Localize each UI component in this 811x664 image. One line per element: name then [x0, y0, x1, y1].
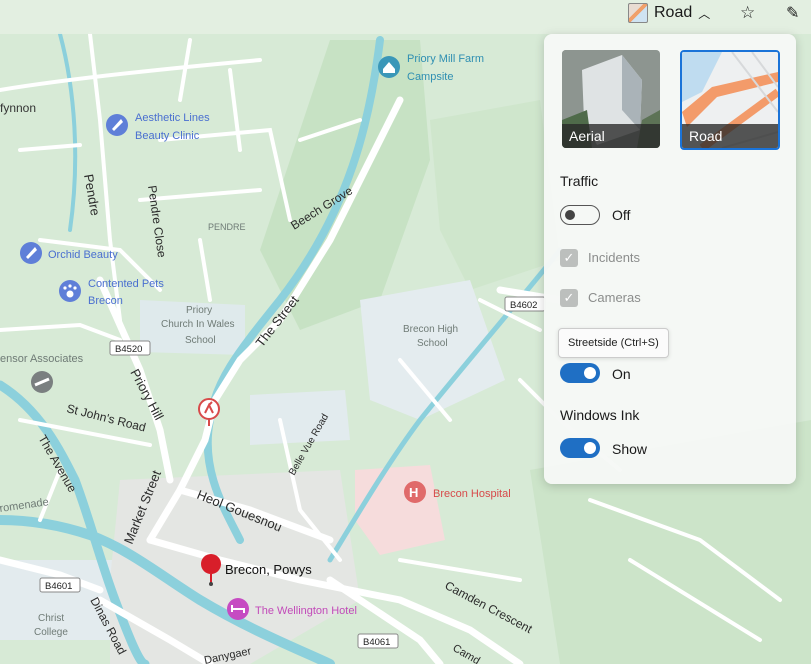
- cameras-label: Cameras: [588, 290, 641, 305]
- incidents-checkbox[interactable]: ✓: [560, 249, 578, 267]
- map-style-label: Road: [654, 4, 693, 21]
- star-list-icon: ☆: [740, 3, 756, 22]
- area-label-brecon-high-2: School: [417, 338, 448, 349]
- area-label-church-school: School: [185, 335, 216, 346]
- poi-label-contented-pets: Contented Pets: [88, 278, 164, 290]
- area-label-brecon-high: Brecon High: [403, 324, 458, 335]
- poi-label-wellington: The Wellington Hotel: [255, 605, 357, 617]
- shield-b4520: B4520: [115, 344, 142, 355]
- incidents-label: Incidents: [588, 250, 641, 265]
- chevron-up-icon: ︿: [698, 6, 711, 21]
- area-label-associates: ensor Associates: [0, 353, 84, 365]
- campus-area: [250, 390, 350, 445]
- style-card-aerial[interactable]: Aerial: [562, 50, 660, 148]
- windows-ink-button[interactable]: ✎: [786, 0, 808, 26]
- windows-ink-title: Windows Ink: [560, 407, 640, 423]
- cameras-checkbox[interactable]: ✓: [560, 289, 578, 307]
- traffic-toggle-state: Off: [612, 207, 631, 223]
- area-label-pendre: PENDRE: [208, 222, 246, 232]
- area-label-college: College: [34, 627, 68, 638]
- area-label-fynnon: fynnon: [0, 101, 36, 115]
- poi-label-brecon: Brecon: [88, 295, 123, 307]
- streetside-tooltip: Streetside (Ctrl+S): [558, 328, 669, 358]
- poi-label-hospital: Brecon Hospital: [433, 488, 511, 500]
- pen-icon: ✎: [786, 5, 800, 22]
- streetside-toggle-state: On: [612, 366, 631, 382]
- area-label-priory: Priory: [186, 305, 212, 316]
- windows-ink-toggle[interactable]: [560, 438, 600, 458]
- traffic-toggle[interactable]: [560, 205, 600, 225]
- area-label-christ: Christ: [38, 613, 64, 624]
- area-label-church: Church In Wales: [161, 319, 235, 330]
- poi-label-orchid: Orchid Beauty: [48, 249, 118, 261]
- style-label-aerial: Aerial: [562, 124, 660, 148]
- paw-icon: [66, 290, 74, 298]
- map-toolbar: Road ︿ ☆ ✎: [0, 0, 811, 34]
- hospital-icon: H: [409, 485, 418, 500]
- pin-label: Brecon, Powys: [225, 562, 312, 577]
- map-style-button[interactable]: Road ︿: [628, 0, 716, 26]
- favorites-button[interactable]: ☆: [740, 0, 764, 26]
- poi-label-priory-mill: Priory Mill Farm: [407, 53, 484, 65]
- map-style-panel: Aerial Road Traffic Off ✓ Incidents ✓ Ca…: [544, 34, 796, 484]
- style-card-road[interactable]: Road: [680, 50, 780, 150]
- poi-gym[interactable]: [31, 371, 53, 393]
- poi-label-campsite: Campsite: [407, 71, 453, 83]
- streetside-toggle[interactable]: [560, 363, 600, 383]
- windows-ink-toggle-state: Show: [612, 441, 648, 457]
- shield-b4602: B4602: [510, 300, 537, 311]
- poi-label-beauty-clinic: Beauty Clinic: [135, 130, 200, 142]
- style-label-road: Road: [682, 124, 778, 148]
- shield-b4601: B4601: [45, 581, 72, 592]
- shield-b4061: B4061: [363, 637, 390, 648]
- traffic-title: Traffic: [560, 173, 599, 189]
- road-style-icon: [628, 3, 648, 23]
- poi-label-aesthetic: Aesthetic Lines: [135, 112, 210, 124]
